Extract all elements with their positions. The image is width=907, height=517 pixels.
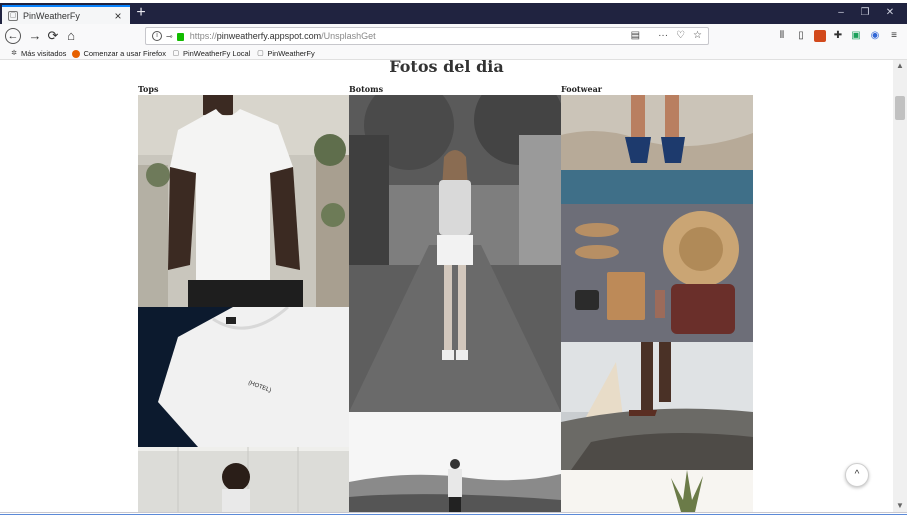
photo-travel-flatlay-hat-image	[561, 204, 753, 342]
extension-icon[interactable]	[814, 30, 826, 42]
lock-icon	[176, 33, 184, 41]
bookmark-getting-started[interactable]: Comenzar a usar Firefox	[72, 49, 166, 58]
url-path: /UnsplashGet	[321, 31, 376, 41]
window-top-border	[0, 0, 907, 3]
puzzle-icon[interactable]: ✚	[832, 30, 844, 42]
photo-curly-hair-man-image	[138, 447, 349, 512]
bookmark-label: PinWeatherFy Local	[182, 49, 251, 58]
bookmarks-bar: ✲ Más visitados Comenzar a usar Firefox …	[0, 48, 907, 60]
url-host: pinweatherfy.appspot.com	[216, 31, 322, 41]
photo-hotel-tshirt-flat-image: (HOTEL)	[138, 307, 349, 447]
page-actions-icon[interactable]: ···	[658, 30, 668, 42]
column-heading-botoms: Botoms	[349, 84, 384, 94]
new-tab-button[interactable]: +	[133, 5, 149, 21]
reader-view-icon[interactable]: ▤	[631, 30, 640, 42]
photo-pineapple[interactable]	[561, 470, 753, 512]
minimize-button[interactable]: –	[829, 7, 853, 19]
photo-feet-rock-boat-image	[561, 342, 753, 470]
info-icon[interactable]: i	[152, 31, 162, 41]
url-text[interactable]: https://pinweatherfy.appspot.com/Unsplas…	[190, 31, 376, 41]
scroll-thumb[interactable]	[895, 96, 905, 120]
photo-woman-street[interactable]	[349, 95, 561, 412]
navigation-toolbar: ← → ⟳ ⌂ i ⊸ https://pinweatherfy.appspot…	[0, 24, 907, 48]
library-icon[interactable]: ⫴	[776, 30, 788, 42]
photo-white-tshirt-model-image	[138, 95, 349, 307]
photo-woman-street-image	[349, 95, 561, 412]
firefox-icon	[72, 49, 81, 58]
scroll-up-icon[interactable]: ▲	[893, 60, 907, 72]
photo-white-tshirt-model[interactable]	[138, 95, 349, 307]
permissions-icon[interactable]: ⊸	[166, 32, 173, 41]
photo-pineapple-image	[561, 470, 753, 512]
bookmark-pinweatherfy-local[interactable]: ▢ PinWeatherFy Local	[172, 49, 251, 58]
page-icon: ▢	[8, 10, 18, 21]
home-button[interactable]: ⌂	[63, 28, 79, 44]
photo-curly-hair-man[interactable]	[138, 447, 349, 512]
bookmark-label: Comenzar a usar Firefox	[83, 49, 166, 58]
window-bottom-accent	[0, 514, 907, 515]
forward-button[interactable]: →	[27, 28, 43, 44]
tab-title: PinWeatherFy	[23, 10, 80, 21]
photo-hotel-tshirt-flat[interactable]: (HOTEL)	[138, 307, 349, 447]
close-window-button[interactable]: ✕	[878, 7, 902, 19]
bookmark-pinweatherfy[interactable]: ▢ PinWeatherFy	[256, 49, 315, 58]
tab-pinweatherfy[interactable]: ▢ PinWeatherFy ×	[2, 5, 130, 24]
page-content: Fotos del dia Tops Botoms Footwear (HOTE…	[0, 60, 893, 512]
url-bar[interactable]: i ⊸ https://pinweatherfy.appspot.com/Uns…	[145, 27, 709, 45]
extension-green-icon[interactable]: ▣	[850, 30, 862, 42]
photo-man-coast[interactable]	[349, 412, 561, 512]
scroll-to-top-button[interactable]: ^	[845, 463, 869, 487]
photo-feet-sandals-rocks[interactable]	[561, 95, 753, 204]
page-icon: ▢	[257, 49, 264, 57]
bookmark-label: PinWeatherFy	[267, 49, 315, 58]
reload-button[interactable]: ⟳	[45, 28, 61, 44]
column-heading-tops: Tops	[138, 84, 159, 94]
maximize-button[interactable]: ❐	[853, 7, 877, 19]
page-scrollbar[interactable]: ▲ ▼	[893, 60, 907, 512]
photo-feet-sandals-rocks-image	[561, 95, 753, 204]
chevron-up-icon: ^	[854, 469, 860, 480]
photo-feet-rock-boat[interactable]	[561, 342, 753, 470]
bookmark-label: Más visitados	[21, 49, 67, 58]
bookmark-most-visited[interactable]: ✲ Más visitados	[10, 49, 66, 58]
photo-travel-flatlay-hat[interactable]	[561, 204, 753, 342]
sidebar-icon[interactable]: ▯	[795, 30, 807, 42]
title-bar: ▢ PinWeatherFy × + – ❐ ✕	[0, 0, 907, 24]
url-actions: ▤ ··· ♡ ☆	[631, 30, 702, 42]
close-tab-icon[interactable]: ×	[112, 10, 124, 22]
back-button[interactable]: ←	[5, 28, 21, 44]
url-protocol: https://	[189, 31, 217, 41]
scroll-down-icon[interactable]: ▼	[893, 500, 907, 512]
column-heading-footwear: Footwear	[561, 84, 602, 94]
menu-icon[interactable]: ≡	[888, 30, 900, 42]
page-icon: ▢	[172, 49, 180, 57]
bookmark-star-icon[interactable]: ☆	[693, 30, 702, 42]
page-title: Fotos del dia	[389, 60, 504, 76]
extension-blue-icon[interactable]: ◉	[869, 30, 881, 42]
gear-icon: ✲	[11, 49, 17, 57]
photo-man-coast-image	[349, 412, 561, 512]
pocket-icon[interactable]: ♡	[676, 30, 685, 42]
